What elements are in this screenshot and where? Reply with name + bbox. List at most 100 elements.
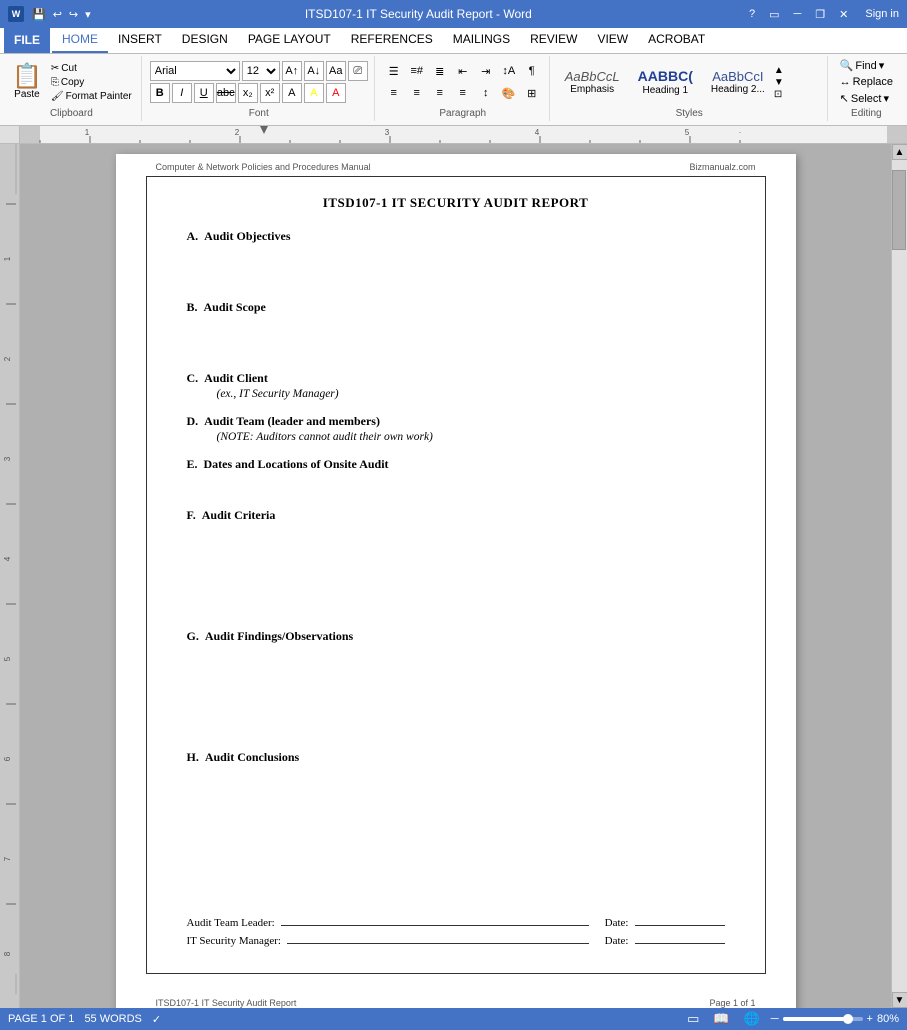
section-f-heading: F. Audit Criteria <box>187 508 725 523</box>
line-spacing-button[interactable]: ↕ <box>475 83 497 103</box>
cut-button[interactable]: ✂Cut <box>48 62 135 75</box>
scroll-thumb[interactable] <box>892 170 906 250</box>
clear-format-button[interactable]: ⎚ <box>348 61 368 81</box>
superscript-button[interactable]: x² <box>260 83 280 103</box>
replace-button[interactable]: ↔ Replace <box>836 75 897 89</box>
scroll-track[interactable] <box>892 160 907 992</box>
styles-scroll-down-button[interactable]: ▼ <box>774 77 784 88</box>
sort-button[interactable]: ↕A <box>498 61 520 81</box>
numbering-button[interactable]: ≡# <box>406 61 428 81</box>
shrink-font-button[interactable]: A↓ <box>304 61 324 81</box>
increase-indent-button[interactable]: ⇥ <box>475 61 497 81</box>
sig-date-line-2 <box>635 943 725 944</box>
section-d: D. Audit Team (leader and members) (NOTE… <box>187 414 725 443</box>
paste-label: Paste <box>14 89 40 100</box>
read-mode-button[interactable]: 📖 <box>710 1010 732 1028</box>
signin-link[interactable]: Sign in <box>865 8 899 20</box>
section-e: E. Dates and Locations of Onsite Audit <box>187 457 725 494</box>
page-area[interactable]: Computer & Network Policies and Procedur… <box>20 144 891 1008</box>
select-button[interactable]: ↖ Select ▾ <box>836 91 897 106</box>
page-indicator: PAGE 1 OF 1 <box>8 1013 74 1025</box>
help-button[interactable]: ? <box>744 6 760 22</box>
print-layout-view-button[interactable]: ▭ <box>684 1010 702 1028</box>
scroll-down-button[interactable]: ▼ <box>892 992 907 1008</box>
decrease-indent-button[interactable]: ⇤ <box>452 61 474 81</box>
font-color-button[interactable]: A <box>326 83 346 103</box>
find-icon: 🔍 <box>840 59 854 72</box>
copy-button[interactable]: ⎘Copy <box>48 76 135 89</box>
tab-review[interactable]: REVIEW <box>520 27 587 53</box>
borders-button[interactable]: ⊞ <box>521 83 543 103</box>
paste-button[interactable]: 📋 Paste <box>8 63 46 102</box>
text-effects-button[interactable]: A <box>282 83 302 103</box>
show-formatting-button[interactable]: ¶ <box>521 61 543 81</box>
section-b: B. Audit Scope <box>187 300 725 357</box>
proofing-icon[interactable]: ✓ <box>152 1013 161 1026</box>
shading-button[interactable]: 🎨 <box>498 83 520 103</box>
tab-file[interactable]: FILE <box>4 27 50 53</box>
page-footer: ITSD107-1 IT Security Audit Report Page … <box>116 994 796 1008</box>
zoom-in-button[interactable]: + <box>867 1013 873 1025</box>
ribbon-display-button[interactable]: ▭ <box>764 6 784 23</box>
section-h: H. Audit Conclusions <box>187 750 725 897</box>
tab-mailings[interactable]: MAILINGS <box>443 27 520 53</box>
bold-button[interactable]: B <box>150 83 170 103</box>
tab-design[interactable]: DESIGN <box>172 27 238 53</box>
clipboard-group: 📋 Paste ✂Cut ⎘Copy 🖌Format Painter Clipb… <box>4 56 142 121</box>
tab-insert[interactable]: INSERT <box>108 27 172 53</box>
font-size-select[interactable]: 12 <box>242 61 280 81</box>
justify-button[interactable]: ≡ <box>452 83 474 103</box>
word-page: Computer & Network Policies and Procedur… <box>116 154 796 1008</box>
save-quickaccess-button[interactable]: 💾 <box>30 7 48 22</box>
vertical-ruler: 1 2 3 4 5 6 7 8 <box>0 144 20 1008</box>
customize-quickaccess-button[interactable]: ▾ <box>83 7 93 22</box>
paste-icon: 📋 <box>12 65 42 89</box>
zoom-control: ─ + 80% <box>771 1013 899 1025</box>
undo-button[interactable]: ↩ <box>51 7 64 22</box>
sig-date-label-2: Date: <box>605 935 629 947</box>
redo-button[interactable]: ↪ <box>67 7 80 22</box>
font-name-select[interactable]: Arial <box>150 61 240 81</box>
tab-home[interactable]: HOME <box>52 27 108 53</box>
style-heading1[interactable]: AABBC( Heading 1 <box>631 65 700 99</box>
bullets-button[interactable]: ☰ <box>383 61 405 81</box>
tab-acrobat[interactable]: ACROBAT <box>638 27 715 53</box>
zoom-out-button[interactable]: ─ <box>771 1013 779 1025</box>
styles-expand-button[interactable]: ⊡ <box>774 89 784 100</box>
subscript-button[interactable]: x₂ <box>238 83 258 103</box>
select-icon: ↖ <box>840 92 849 105</box>
style-heading2[interactable]: AaBbCcI Heading 2... <box>704 66 772 99</box>
tab-references[interactable]: REFERENCES <box>341 27 443 53</box>
sig-line-1 <box>281 925 589 926</box>
svg-text:5: 5 <box>3 656 12 661</box>
align-left-button[interactable]: ≡ <box>383 83 405 103</box>
multilevel-list-button[interactable]: ≣ <box>429 61 451 81</box>
page-content[interactable]: ITSD107-1 IT SECURITY AUDIT REPORT A. Au… <box>146 176 766 974</box>
find-button[interactable]: 🔍 Find ▾ <box>836 58 897 73</box>
tab-view[interactable]: VIEW <box>587 27 638 53</box>
styles-scroll-up-button[interactable]: ▲ <box>774 65 784 76</box>
highlight-button[interactable]: A <box>304 83 324 103</box>
font-group: Arial 12 A↑ A↓ Aa ⎚ B I U abc <box>146 56 375 121</box>
zoom-slider[interactable] <box>783 1017 863 1021</box>
web-layout-button[interactable]: 🌐 <box>741 1010 763 1028</box>
minimize-button[interactable]: ─ <box>788 6 806 22</box>
ribbon-content: 📋 Paste ✂Cut ⎘Copy 🖌Format Painter Clipb… <box>0 54 907 125</box>
title-bar-left: W 💾 ↩ ↪ ▾ <box>8 6 93 22</box>
grow-font-button[interactable]: A↑ <box>282 61 302 81</box>
align-center-button[interactable]: ≡ <box>406 83 428 103</box>
scroll-up-button[interactable]: ▲ <box>892 144 907 160</box>
strikethrough-button[interactable]: abc <box>216 83 236 103</box>
restore-button[interactable]: ❐ <box>810 6 830 23</box>
format-painter-button[interactable]: 🖌Format Painter <box>48 90 135 103</box>
style-emphasis[interactable]: AaBbCcL Emphasis <box>558 66 627 99</box>
change-case-button[interactable]: Aa <box>326 61 346 81</box>
close-button[interactable]: ✕ <box>834 6 853 23</box>
section-c-note: (ex., IT Security Manager) <box>217 388 725 400</box>
underline-button[interactable]: U <box>194 83 214 103</box>
align-right-button[interactable]: ≡ <box>429 83 451 103</box>
styles-group: AaBbCcL Emphasis AABBC( Heading 1 AaBbCc… <box>554 56 828 121</box>
italic-button[interactable]: I <box>172 83 192 103</box>
tab-page-layout[interactable]: PAGE LAYOUT <box>238 27 341 53</box>
paragraph-group: ☰ ≡# ≣ ⇤ ⇥ ↕A ¶ ≡ ≡ ≡ ≡ ↕ 🎨 <box>379 56 550 121</box>
